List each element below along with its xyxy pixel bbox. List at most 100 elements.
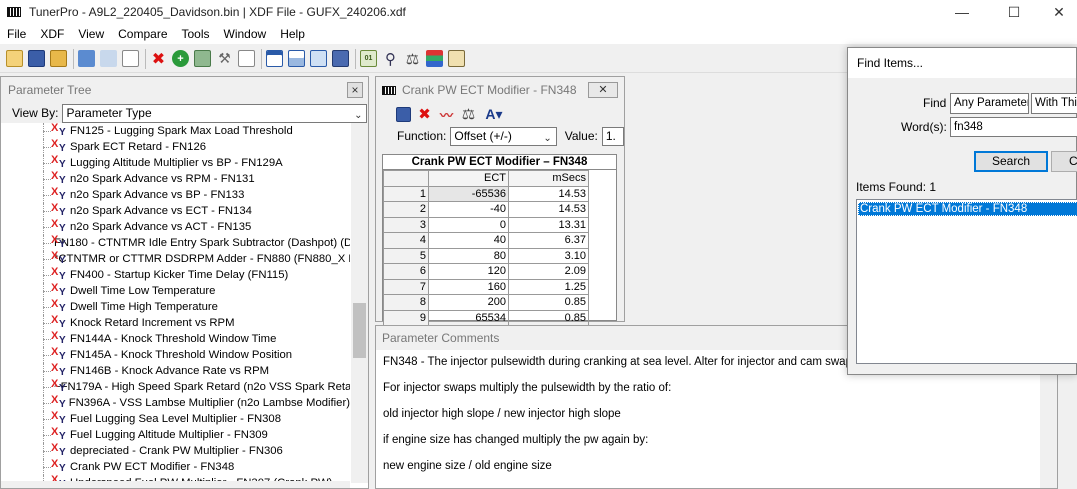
tree-item[interactable]: X Y n2o Spark Advance vs ECT - FN134 — [1, 202, 350, 219]
tree-item[interactable]: X Y FN396A - VSS Lambse Multiplier (n2o La… — [1, 394, 350, 411]
ect-cell[interactable]: -65536 — [428, 185, 509, 202]
function-select[interactable]: Offset (+/-) ⌄ — [450, 126, 557, 146]
new-file-icon[interactable] — [6, 50, 23, 67]
tree-item[interactable]: X Y n2o Spark Advance vs ACT - FN135 — [1, 218, 350, 235]
search-button[interactable]: Search — [974, 151, 1048, 172]
row-header[interactable]: 3 — [383, 216, 429, 233]
copy-icon[interactable] — [194, 50, 211, 67]
ect-cell[interactable]: 80 — [428, 247, 509, 264]
menu-compare[interactable]: Compare — [111, 24, 174, 44]
column-header-msecs[interactable]: mSecs — [508, 170, 589, 187]
tree-item[interactable]: X Y Dwell Time High Temperature — [1, 298, 350, 315]
msecs-cell[interactable]: 2.09 — [508, 263, 589, 280]
msecs-cell[interactable]: 0.85 — [508, 309, 589, 326]
layout-icon[interactable] — [266, 50, 283, 67]
tree-item[interactable]: X Y Crank PW ECT Modifier - FN348 — [1, 458, 350, 475]
ect-cell[interactable]: 120 — [428, 263, 509, 280]
edit-icon[interactable] — [78, 50, 95, 67]
maximize-button[interactable]: ☐ — [991, 0, 1037, 24]
menu-tools[interactable]: Tools — [175, 24, 217, 44]
tree-item[interactable]: X Y FN144A - Knock Threshold Window Time — [1, 330, 350, 347]
msecs-cell[interactable]: 3.10 — [508, 247, 589, 264]
ect-cell[interactable]: 0 — [428, 216, 509, 233]
msecs-cell[interactable]: 14.53 — [508, 185, 589, 202]
tree-item[interactable]: X Y n2o Spark Advance vs RPM - FN131 — [1, 170, 350, 187]
tree-item[interactable]: X Y Fuel Lugging Altitude Multiplier - FN3… — [1, 426, 350, 443]
tree-item[interactable]: X Y FN125 - Lugging Spark Max Load Thresho… — [1, 123, 350, 139]
open-folder-icon[interactable] — [50, 50, 67, 67]
menu-view[interactable]: View — [71, 24, 111, 44]
menu-window[interactable]: Window — [217, 24, 274, 44]
align-icon[interactable] — [426, 50, 443, 67]
ect-cell[interactable]: 65534 — [428, 309, 509, 326]
tree-horizontal-scrollbar[interactable] — [1, 481, 350, 488]
menu-help[interactable]: Help — [273, 24, 312, 44]
tree-item[interactable]: X Y Spark ECT Retard - FN126 — [1, 138, 350, 155]
find-scope-select[interactable]: With This — [1031, 93, 1077, 114]
menu-xdf[interactable]: XDF — [33, 24, 71, 44]
wrench-icon[interactable]: ⚒ — [216, 50, 233, 67]
view-by-select[interactable]: Parameter Type ⌄ — [62, 103, 368, 123]
row-header[interactable]: 4 — [383, 232, 429, 249]
binary-icon[interactable]: 01 — [360, 50, 377, 67]
msecs-cell[interactable]: 14.53 — [508, 201, 589, 218]
column-header-ect[interactable]: ECT — [428, 170, 509, 187]
ect-cell[interactable]: 200 — [428, 294, 509, 311]
tree-item[interactable]: X Y Dwell Time Low Temperature — [1, 282, 350, 299]
delete-icon[interactable]: ✖ — [416, 106, 433, 123]
ect-cell[interactable]: 160 — [428, 278, 509, 295]
tree-scroll-thumb[interactable] — [353, 303, 366, 358]
msecs-cell[interactable]: 13.31 — [508, 216, 589, 233]
find-type-select[interactable]: Any Parameter — [950, 93, 1029, 114]
row-header[interactable]: 9 — [383, 309, 429, 326]
row-header[interactable]: 2 — [383, 201, 429, 218]
msecs-cell[interactable]: 0.85 — [508, 294, 589, 311]
save-icon[interactable] — [28, 50, 45, 67]
add-icon[interactable]: + — [172, 50, 189, 67]
tree-item[interactable]: X Y FN180 - CTNTMR Idle Entry Spark Subtra… — [1, 234, 350, 251]
tree-item[interactable]: X Y *CTNTMR or CTTMR DSDRPM Adder - FN880 … — [1, 250, 350, 267]
tree-item[interactable]: X Y ~FN179A - High Speed Spark Retard (n2o… — [1, 378, 350, 395]
tree-item[interactable]: X Y Fuel Lugging Sea Level Multiplier - FN… — [1, 410, 350, 427]
row-header[interactable]: 1 — [383, 185, 429, 202]
grid-icon[interactable] — [448, 50, 465, 67]
ect-cell[interactable]: -40 — [428, 201, 509, 218]
close-button[interactable]: Close — [1051, 151, 1077, 172]
tree-item[interactable]: X Y Lugging Altitude Multiplier vs BP - FN… — [1, 154, 350, 171]
msecs-cell[interactable]: 1.25 — [508, 278, 589, 295]
tools-icon[interactable] — [100, 50, 117, 67]
doc-icon[interactable] — [310, 50, 327, 67]
monitor-icon[interactable] — [332, 50, 349, 67]
tree-item[interactable]: X Y n2o Spark Advance vs BP - FN133 — [1, 186, 350, 203]
tree-item[interactable]: X Y Knock Retard Increment vs RPM — [1, 314, 350, 331]
delete-icon[interactable]: ✖ — [150, 50, 167, 68]
tree-item[interactable]: X Y FN400 - Startup Kicker Time Delay (FN1… — [1, 266, 350, 283]
save-icon[interactable] — [396, 106, 411, 122]
close-table-button[interactable]: ✕ — [588, 82, 618, 98]
minimize-button[interactable]: — — [939, 0, 985, 24]
blank-page-icon[interactable] — [122, 50, 139, 67]
table-icon[interactable] — [288, 50, 305, 67]
compare-icon[interactable]: ⚖ — [460, 106, 477, 123]
row-header[interactable]: 6 — [383, 263, 429, 280]
search-icon[interactable]: ⚲ — [382, 50, 399, 68]
tree-item[interactable]: X Y FN146B - Knock Advance Rate vs RPM — [1, 362, 350, 379]
row-header[interactable]: 8 — [383, 294, 429, 311]
row-header[interactable]: 7 — [383, 278, 429, 295]
document-icon[interactable] — [238, 50, 255, 67]
tree-vertical-scrollbar[interactable] — [351, 123, 368, 483]
close-tree-button[interactable]: × — [347, 82, 363, 98]
menu-file[interactable]: File — [0, 24, 33, 44]
close-window-button[interactable]: ✕ — [1036, 0, 1077, 24]
graph-icon[interactable]: 〰 — [438, 106, 455, 123]
ect-cell[interactable]: 40 — [428, 232, 509, 249]
words-input[interactable]: fn348 — [950, 117, 1077, 137]
font-style-icon[interactable]: A▾ — [482, 106, 506, 123]
msecs-cell[interactable]: 6.37 — [508, 232, 589, 249]
tree-item[interactable]: X Y depreciated - Crank PW Multiplier - FN… — [1, 442, 350, 459]
result-item[interactable]: Crank PW ECT Modifier - FN348 — [858, 202, 1077, 216]
tree-item[interactable]: X Y FN145A - Knock Threshold Window Positi… — [1, 346, 350, 363]
row-header[interactable]: 5 — [383, 247, 429, 264]
compare-icon[interactable]: ⚖ — [404, 50, 421, 68]
value-input[interactable]: 1. — [601, 126, 624, 146]
